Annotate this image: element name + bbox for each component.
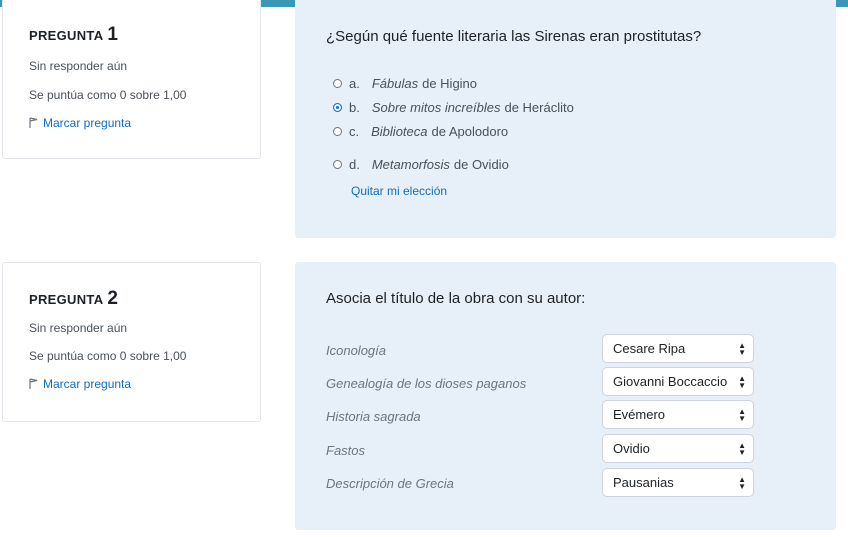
question-status: Sin responder aún [29,321,128,335]
question-1-heading: PREGUNTA 1 [29,24,118,46]
match-item-label: Genealogía de los dioses paganos [326,376,527,391]
radio-button[interactable] [333,79,342,88]
question-1-info: PREGUNTA 1 Sin responder aún Se puntúa co… [2,0,261,159]
match-item-label: Fastos [326,443,366,458]
flag-icon [29,117,38,128]
question-score: Se puntúa como 0 sobre 1,00 [29,349,187,363]
question-2-heading: PREGUNTA 2 [29,288,118,310]
radio-button[interactable] [333,127,342,136]
flag-question-label: Marcar pregunta [43,377,132,391]
question-2-info: PREGUNTA 2 Sin responder aún Se puntúa co… [2,262,261,422]
question-heading-label: PREGUNTA [29,28,104,43]
flag-question-link[interactable]: Marcar pregunta [29,116,131,130]
answer-option-b[interactable]: b. Sobre mitos increíbles de Heráclito [333,100,574,115]
question-heading-label: PREGUNTA [29,292,104,307]
option-author: de Apolodoro [431,124,509,139]
author-select[interactable]: Ovidio ▲ ▼ [602,434,754,463]
select-value: Pausanias [613,475,674,490]
author-select[interactable]: Giovanni Boccaccio ▲ ▼ [602,367,754,396]
radio-button-selected[interactable] [333,103,342,112]
question-text: Asocia el título de la obra con su autor… [326,290,586,307]
author-select[interactable]: Pausanias ▲ ▼ [602,468,754,497]
answer-option-c[interactable]: c. Biblioteca de Apolodoro [333,124,508,139]
flag-icon [29,378,38,389]
select-caret-icon: ▲ ▼ [738,341,746,357]
option-author: de Heráclito [504,100,574,115]
clear-choice-link[interactable]: Quitar mi elección [351,184,447,198]
select-value: Evémero [613,407,666,422]
question-status: Sin responder aún [29,59,128,73]
match-item-label: Descripción de Grecia [326,476,454,491]
question-number: 2 [107,288,119,309]
question-text: ¿Según qué fuente literaria las Sirenas … [326,28,702,45]
select-value: Giovanni Boccaccio [613,374,728,389]
match-item-label: Iconología [326,343,386,358]
match-item-label: Historia sagrada [326,409,421,424]
flag-question-link[interactable]: Marcar pregunta [29,377,131,391]
option-work-title: Fábulas [371,76,419,91]
option-work-title: Metamorfosis [371,157,450,172]
option-letter: d. [349,157,360,172]
option-letter: c. [349,124,360,139]
answer-option-a[interactable]: a. Fábulas de Higino [333,76,477,91]
option-work-title: Sobre mitos increíbles [371,100,501,115]
option-letter: b. [349,100,360,115]
flag-question-label: Marcar pregunta [43,116,132,130]
question-2-content: Asocia el título de la obra con su autor… [295,262,836,530]
question-number: 1 [107,24,119,45]
option-author: de Ovidio [453,157,509,172]
option-work-title: Biblioteca [371,124,428,139]
question-1-content: ¿Según qué fuente literaria las Sirenas … [295,0,836,238]
select-caret-icon: ▲ ▼ [738,374,746,390]
select-value: Cesare Ripa [613,341,686,356]
select-caret-icon: ▲ ▼ [738,407,746,423]
select-value: Ovidio [613,441,650,456]
select-caret-icon: ▲ ▼ [738,475,746,491]
answer-option-d[interactable]: d. Metamorfosis de Ovidio [333,157,509,172]
option-author: de Higino [422,76,478,91]
radio-button[interactable] [333,160,342,169]
question-score: Se puntúa como 0 sobre 1,00 [29,88,187,102]
author-select[interactable]: Cesare Ripa ▲ ▼ [602,334,754,363]
select-caret-icon: ▲ ▼ [738,441,746,457]
author-select[interactable]: Evémero ▲ ▼ [602,400,754,429]
option-letter: a. [349,76,360,91]
